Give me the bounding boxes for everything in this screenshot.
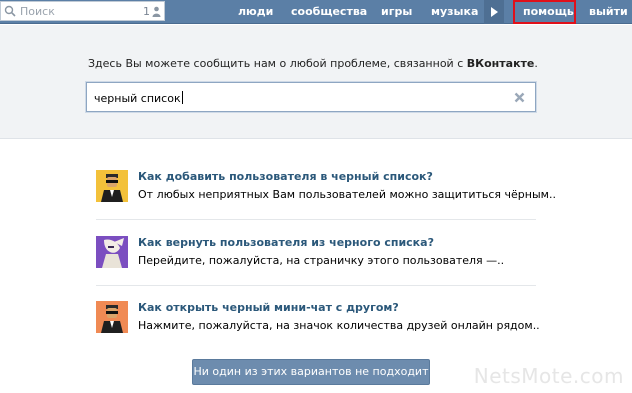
nav-people[interactable]: люди [238, 0, 273, 24]
clear-icon[interactable] [514, 92, 525, 103]
search-input[interactable]: Поиск 1 [0, 1, 165, 21]
problem-search-field[interactable]: черный список [86, 82, 536, 112]
faq-result[interactable]: Как вернуть пользователя из черного спис… [96, 236, 536, 290]
problem-search-value: черный список [94, 91, 183, 105]
text-caret [181, 91, 183, 104]
intro-text-main: Здесь Вы можете сообщить нам о любой про… [88, 57, 467, 70]
faq-question[interactable]: Как открыть черный мини-чат с другом? [138, 301, 399, 314]
intro-text: Здесь Вы можете сообщить нам о любой про… [88, 57, 538, 70]
play-icon [491, 7, 498, 17]
watermark: NetsMote.com [473, 364, 624, 388]
nav-communities[interactable]: сообщества [291, 0, 367, 24]
agent-avatar-icon [96, 236, 128, 268]
faq-question[interactable]: Как вернуть пользователя из черного спис… [138, 236, 434, 249]
play-button[interactable] [484, 0, 504, 24]
divider [96, 285, 536, 286]
intro-end: . [534, 57, 538, 70]
query-text: черный список [94, 92, 181, 105]
search-placeholder: Поиск [20, 5, 55, 18]
search-count: 1 [143, 5, 150, 18]
nav-music[interactable]: музыка [431, 0, 478, 24]
intro-brand: ВКонтакте [466, 57, 535, 70]
nav-help[interactable]: помощь [523, 0, 574, 24]
person-icon [152, 6, 161, 17]
agent-avatar-icon [96, 301, 128, 333]
faq-answer: От любых неприятных Вам пользователей мо… [138, 188, 556, 201]
faq-result[interactable]: Как добавить пользователя в черный списо… [96, 170, 556, 224]
agent-avatar-icon [96, 170, 128, 202]
search-icon [4, 5, 16, 17]
faq-answer: Нажмите, пожалуйста, на значок количеств… [138, 319, 540, 332]
nav-games[interactable]: игры [381, 0, 412, 24]
none-of-these-button[interactable]: Ни один из этих вариантов не подходит [192, 359, 430, 385]
question-panel: Здесь Вы можете сообщить нам о любой про… [0, 25, 632, 139]
faq-answer: Перейдите, пожалуйста, на страничку этог… [138, 254, 505, 267]
divider [96, 219, 536, 220]
faq-result[interactable]: Как открыть черный мини-чат с другом? На… [96, 301, 540, 355]
top-bar: Поиск 1 люди сообщества игры музыка помо… [0, 0, 632, 24]
nav-logout[interactable]: выйти [589, 0, 628, 24]
faq-question[interactable]: Как добавить пользователя в черный списо… [138, 170, 433, 183]
